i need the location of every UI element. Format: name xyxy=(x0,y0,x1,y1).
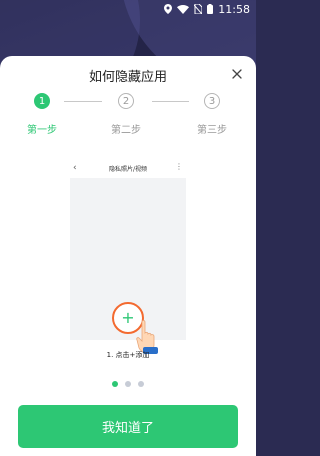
plus-icon: + xyxy=(121,308,135,327)
status-bar: 11:58 xyxy=(0,0,256,18)
pagination-dots xyxy=(0,381,256,387)
step-3-indicator: 3 xyxy=(204,93,220,109)
stepper: 1 2 3 第一步 第二步 第三步 xyxy=(0,93,256,136)
close-icon xyxy=(232,69,242,79)
page-dot[interactable] xyxy=(138,381,144,387)
location-icon xyxy=(164,4,173,14)
step-3-label: 第三步 xyxy=(197,125,227,136)
page-dot-active[interactable] xyxy=(112,381,118,387)
dialog-title: 如何隐藏应用 xyxy=(88,70,167,85)
preview-title: 隐私照片/视频 xyxy=(108,166,148,173)
step-1-label: 第一步 xyxy=(27,125,57,136)
battery-icon xyxy=(207,4,214,14)
page-dot[interactable] xyxy=(125,381,131,387)
step-2-indicator: 2 xyxy=(118,93,134,109)
pointing-hand-icon xyxy=(136,320,158,354)
no-sim-icon xyxy=(194,4,203,14)
tutorial-preview: ‹ 隐私照片/视频 ⋮ + xyxy=(70,160,186,340)
status-time: 11:58 xyxy=(218,2,250,16)
confirm-button[interactable]: 我知道了 xyxy=(18,405,238,448)
close-button[interactable] xyxy=(230,66,244,80)
step-connector xyxy=(152,101,189,102)
step-2-label: 第二步 xyxy=(111,125,141,136)
wifi-icon xyxy=(177,4,190,14)
step-caption: 1. 点击+添加 xyxy=(106,351,150,359)
step-1-indicator: 1 xyxy=(34,93,50,109)
step-connector xyxy=(64,101,102,102)
more-vertical-icon: ⋮ xyxy=(175,162,183,171)
